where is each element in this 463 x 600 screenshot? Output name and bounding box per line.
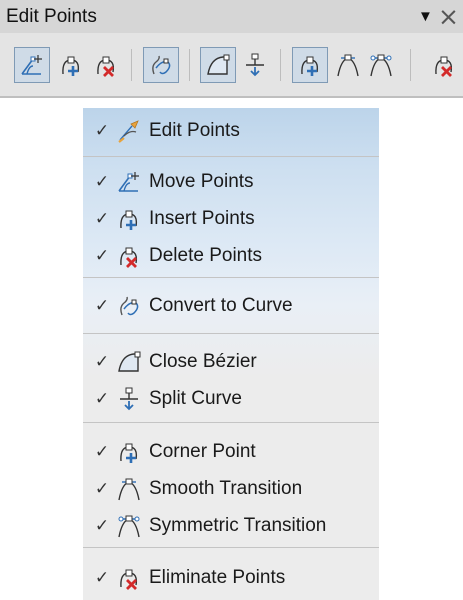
- menu-item-label: Insert Points: [149, 207, 255, 229]
- check-icon: ✓: [94, 295, 110, 316]
- check-icon: ✓: [94, 478, 110, 499]
- menu-item-corner-point[interactable]: ✓ Corner Point: [83, 433, 379, 470]
- menu-item-label: Close Bézier: [149, 350, 257, 372]
- toolbar-button-row: [0, 37, 463, 93]
- menu-item-symmetric-transition[interactable]: ✓ Symmetric Transition: [83, 507, 379, 544]
- menu-item-label: Move Points: [149, 170, 254, 192]
- symmetric-transition-button[interactable]: [363, 47, 399, 83]
- menu-item-label: Eliminate Points: [149, 566, 286, 588]
- check-icon: ✓: [94, 515, 110, 536]
- eliminate-points-icon: [115, 564, 143, 592]
- insert-points-icon: [62, 56, 80, 76]
- eliminate-points-icon: [435, 56, 453, 77]
- delete-points-button[interactable]: [88, 47, 124, 83]
- move-points-icon: [115, 168, 143, 196]
- toolbar-separator: [280, 49, 281, 81]
- move-points-button[interactable]: [14, 47, 50, 83]
- close-bezier-icon: [207, 54, 230, 75]
- menu-item-close-bezier[interactable]: ✓ Close Bézier: [83, 343, 379, 380]
- toolbar-titlebar: Edit Points ▼ ×: [0, 0, 463, 33]
- edit-points-toolbar: Edit Points ▼ ×: [0, 0, 463, 98]
- menu-item-eliminate-points[interactable]: ✓ Eliminate Points: [83, 559, 379, 596]
- menu-item-label: Split Curve: [149, 387, 242, 409]
- close-bezier-button[interactable]: [200, 47, 236, 83]
- split-curve-button[interactable]: [237, 47, 273, 83]
- menu-item-label: Edit Points: [149, 119, 240, 141]
- menu-item-convert-to-curve[interactable]: ✓ Convert to Curve: [83, 287, 379, 324]
- menu-group-eliminate: ✓ Eliminate Points: [83, 548, 379, 598]
- smooth-transition-icon: [337, 54, 359, 77]
- menu-item-insert-points[interactable]: ✓ Insert Points: [83, 200, 379, 237]
- convert-to-curve-icon: [152, 55, 171, 75]
- edit-points-icon: [115, 117, 143, 145]
- smooth-transition-icon: [115, 475, 143, 503]
- convert-to-curve-icon: [115, 292, 143, 320]
- symmetric-transition-icon: [370, 54, 392, 77]
- close-bezier-icon: [115, 348, 143, 376]
- menu-item-label: Corner Point: [149, 440, 256, 462]
- menu-item-label: Smooth Transition: [149, 477, 303, 499]
- menu-group-convert: ✓ Convert to Curve: [83, 278, 379, 334]
- insert-points-icon: [115, 205, 143, 233]
- move-points-icon: [21, 55, 42, 75]
- menu-item-label: Symmetric Transition: [149, 514, 327, 536]
- toolbar-separator: [189, 49, 190, 81]
- smooth-transition-button[interactable]: [330, 47, 366, 83]
- check-icon: ✓: [94, 245, 110, 266]
- eliminate-points-button[interactable]: [426, 47, 462, 83]
- delete-points-icon: [97, 56, 115, 77]
- insert-points-button[interactable]: [53, 47, 89, 83]
- split-curve-icon: [246, 53, 264, 77]
- menu-group-bezier: ✓ Close Bézier ✓ Split Curve: [83, 334, 379, 423]
- menu-group-points: ✓ Move Points ✓ Insert Points ✓ Delete P…: [83, 157, 379, 278]
- menu-item-label: Delete Points: [149, 244, 263, 266]
- check-icon: ✓: [94, 208, 110, 229]
- menu-item-delete-points[interactable]: ✓ Delete Points: [83, 237, 379, 274]
- check-icon: ✓: [94, 441, 110, 462]
- toolbar-bottom-border: [0, 96, 463, 98]
- toolbar-close-icon[interactable]: ×: [438, 2, 459, 31]
- check-icon: ✓: [94, 171, 110, 192]
- check-icon: ✓: [94, 388, 110, 409]
- corner-point-button[interactable]: [292, 47, 328, 83]
- toolbar-menu-arrow-icon[interactable]: ▼: [418, 8, 433, 25]
- toolbar-separator: [131, 49, 132, 81]
- check-icon: ✓: [94, 120, 110, 141]
- menu-item-move-points[interactable]: ✓ Move Points: [83, 163, 379, 200]
- check-icon: ✓: [94, 351, 110, 372]
- split-curve-icon: [115, 385, 143, 413]
- corner-point-icon: [301, 56, 319, 76]
- toolbar-visible-buttons-menu: ✓ Edit Points ✓ Move Points ✓ Insert Poi…: [83, 108, 379, 600]
- convert-to-curve-button[interactable]: [143, 47, 179, 83]
- menu-item-edit-points[interactable]: ✓ Edit Points: [83, 112, 379, 149]
- menu-item-split-curve[interactable]: ✓ Split Curve: [83, 380, 379, 417]
- delete-points-icon: [115, 242, 143, 270]
- menu-item-smooth-transition[interactable]: ✓ Smooth Transition: [83, 470, 379, 507]
- toolbar-title: Edit Points: [6, 6, 97, 27]
- symmetric-transition-icon: [115, 512, 143, 540]
- toolbar-separator: [410, 49, 411, 81]
- check-icon: ✓: [94, 567, 110, 588]
- menu-item-label: Convert to Curve: [149, 294, 293, 316]
- menu-group-transitions: ✓ Corner Point ✓ Smooth Transition ✓ Sym…: [83, 423, 379, 548]
- menu-group-edit: ✓ Edit Points: [83, 108, 379, 157]
- corner-point-icon: [115, 438, 143, 466]
